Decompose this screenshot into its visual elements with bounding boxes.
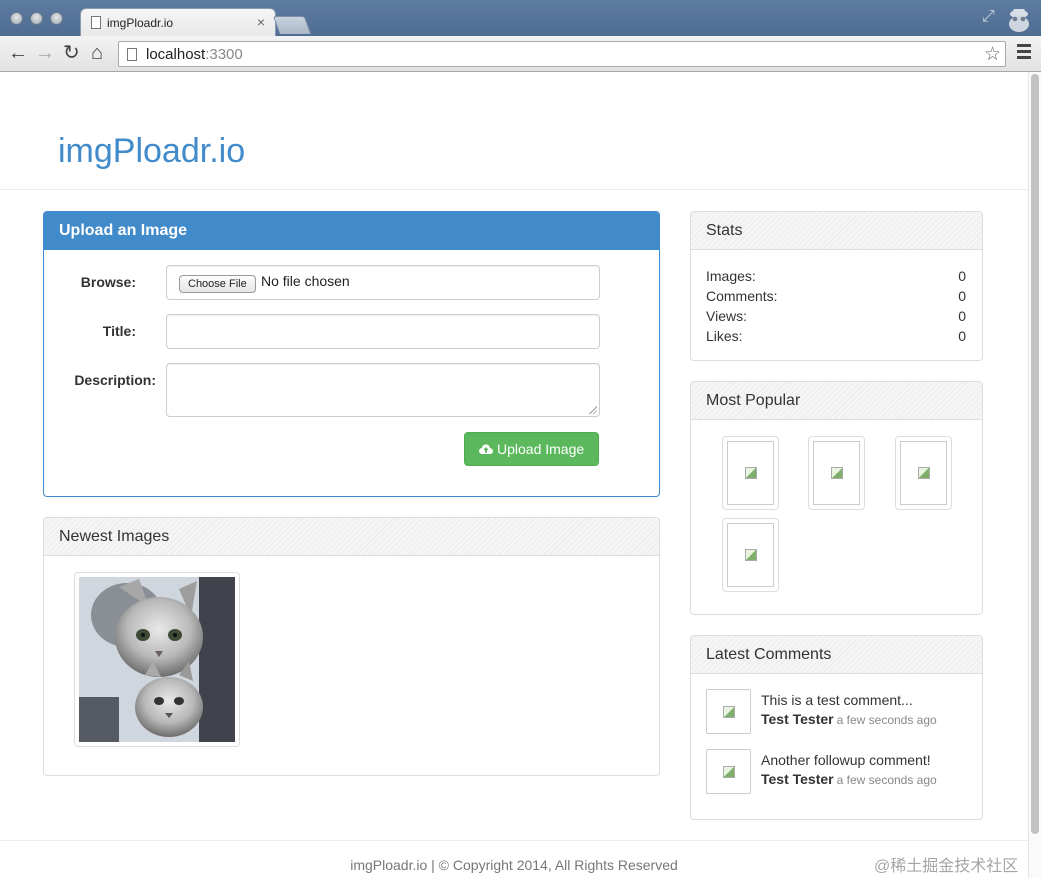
popular-image-thumbnail[interactable] [722, 436, 779, 510]
browser-toolbar: ← → ↻ ⌂ localhost:3300 ☆ [0, 36, 1041, 72]
most-popular-panel: Most Popular [690, 381, 983, 615]
broken-image-icon [722, 705, 735, 718]
comment-text: This is a test comment... [761, 692, 913, 708]
comment-time: a few seconds ago [836, 713, 937, 727]
most-popular-heading: Most Popular [691, 382, 982, 420]
broken-image-icon [917, 467, 930, 479]
newest-images-heading: Newest Images [44, 518, 659, 556]
broken-image-icon [744, 467, 757, 479]
stats-row-views: Views: 0 [706, 308, 966, 324]
browse-label: Browse: [80, 274, 136, 290]
browser-menu-icon[interactable] [1017, 44, 1031, 62]
stats-heading: Stats [691, 212, 982, 250]
newest-image-thumbnail[interactable] [74, 572, 240, 747]
comment-meta: Test Tester a few seconds ago [761, 711, 937, 727]
file-input[interactable]: Choose File No file chosen [166, 265, 600, 300]
back-button[interactable]: ← [8, 42, 28, 64]
page-icon [127, 48, 137, 61]
latest-comments-panel: Latest Comments This is a test comment..… [690, 635, 983, 820]
popular-image-thumbnail[interactable] [808, 436, 865, 510]
comment-image[interactable] [706, 749, 751, 794]
file-status: No file chosen [261, 273, 350, 289]
upload-panel: Upload an Image Browse: Choose File No f… [43, 211, 660, 497]
upload-button-label: Upload Image [497, 441, 585, 457]
comment-meta: Test Tester a few seconds ago [761, 771, 937, 787]
resize-grip-icon[interactable] [589, 406, 597, 414]
page-icon [91, 16, 101, 29]
cloud-upload-icon [479, 444, 493, 454]
page-scrollbar[interactable] [1028, 72, 1041, 878]
title-label: Title: [102, 323, 136, 339]
broken-image-icon [744, 549, 757, 561]
bookmark-star-icon[interactable]: ☆ [984, 43, 1001, 66]
upload-panel-heading: Upload an Image [44, 212, 659, 250]
broken-image-icon [830, 467, 843, 479]
fullscreen-icon[interactable]: ⤢ [982, 8, 995, 26]
comment-text: Another followup comment! [761, 752, 931, 768]
stats-row-images: Images: 0 [706, 268, 966, 284]
scrollbar-thumb[interactable] [1031, 74, 1039, 834]
description-label: Description: [74, 372, 156, 388]
browser-tab[interactable]: imgPloadr.io × [80, 8, 276, 36]
stats-value: 0 [958, 268, 966, 284]
newest-images-panel: Newest Images [43, 517, 660, 776]
zoom-window-button[interactable] [50, 12, 63, 25]
tab-title: imgPloadr.io [107, 16, 174, 30]
close-window-button[interactable] [10, 12, 23, 25]
new-tab-button[interactable] [272, 16, 312, 34]
footer-divider [0, 840, 1028, 841]
stats-row-likes: Likes: 0 [706, 328, 966, 344]
choose-file-button[interactable]: Choose File [179, 275, 256, 293]
forward-button[interactable]: → [35, 42, 55, 64]
header-divider [0, 189, 1028, 190]
minimize-window-button[interactable] [30, 12, 43, 25]
comment-time: a few seconds ago [836, 773, 937, 787]
popular-image-thumbnail[interactable] [722, 518, 779, 592]
address-bar[interactable]: localhost:3300 ☆ [118, 41, 1006, 67]
stats-row-comments: Comments: 0 [706, 288, 966, 304]
stats-panel: Stats Images: 0 Comments: 0 Views: 0 Lik… [690, 211, 983, 361]
stats-value: 0 [958, 308, 966, 324]
broken-image-icon [722, 765, 735, 778]
description-textarea[interactable] [166, 363, 600, 417]
comment-author: Test Tester [761, 771, 834, 787]
stats-value: 0 [958, 288, 966, 304]
stats-label: Images: [706, 268, 756, 284]
popular-image-thumbnail[interactable] [895, 436, 952, 510]
stats-label: Views: [706, 308, 747, 324]
browser-titlebar: imgPloadr.io × ⤢ [0, 0, 1041, 36]
site-brand[interactable]: imgPloadr.io [58, 132, 245, 171]
reload-button[interactable]: ↻ [63, 42, 80, 64]
kitten-photo [79, 577, 235, 742]
stats-label: Comments: [706, 288, 778, 304]
incognito-icon [1009, 9, 1029, 32]
comment-image[interactable] [706, 689, 751, 734]
latest-comments-heading: Latest Comments [691, 636, 982, 674]
watermark: @稀土掘金技术社区 [874, 858, 1019, 875]
upload-image-button[interactable]: Upload Image [464, 432, 599, 466]
home-button[interactable]: ⌂ [91, 42, 103, 64]
comment-author: Test Tester [761, 711, 834, 727]
title-input[interactable] [166, 314, 600, 349]
stats-value: 0 [958, 328, 966, 344]
tab-close-icon[interactable]: × [257, 14, 265, 30]
stats-label: Likes: [706, 328, 743, 344]
address-url[interactable]: localhost:3300 [146, 46, 243, 63]
